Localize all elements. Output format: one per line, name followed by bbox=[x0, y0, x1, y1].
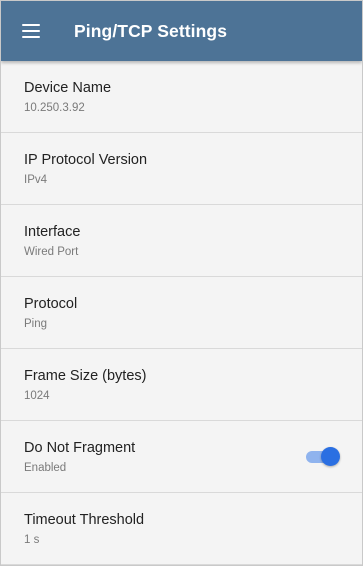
setting-text: Frame Size (bytes) 1024 bbox=[24, 367, 342, 403]
setting-device-name[interactable]: Device Name 10.250.3.92 bbox=[1, 61, 362, 133]
hamburger-menu-icon[interactable] bbox=[22, 24, 40, 38]
setting-protocol[interactable]: Protocol Ping bbox=[1, 277, 362, 349]
setting-interface[interactable]: Interface Wired Port bbox=[1, 205, 362, 277]
setting-text: Protocol Ping bbox=[24, 295, 342, 331]
setting-label: Device Name bbox=[24, 79, 112, 96]
setting-value: Ping bbox=[24, 317, 48, 330]
menu-bar-line bbox=[22, 30, 40, 32]
setting-value: IPv4 bbox=[24, 173, 48, 186]
setting-timeout-threshold[interactable]: Timeout Threshold 1 s bbox=[1, 493, 362, 565]
menu-bar-line bbox=[22, 24, 40, 26]
menu-bar-line bbox=[22, 36, 40, 38]
setting-value: 1024 bbox=[24, 389, 50, 402]
settings-screen: Ping/TCP Settings Device Name 10.250.3.9… bbox=[0, 0, 363, 566]
setting-label: Protocol bbox=[24, 295, 78, 312]
setting-frame-size[interactable]: Frame Size (bytes) 1024 bbox=[1, 349, 362, 421]
toggle-thumb bbox=[321, 446, 340, 466]
setting-text: Interface Wired Port bbox=[24, 223, 342, 259]
setting-text: Device Name 10.250.3.92 bbox=[24, 79, 342, 115]
setting-value: 1 s bbox=[24, 533, 40, 546]
setting-ip-protocol-version[interactable]: IP Protocol Version IPv4 bbox=[1, 133, 362, 205]
setting-value: 10.250.3.92 bbox=[24, 101, 85, 114]
setting-do-not-fragment[interactable]: Do Not Fragment Enabled bbox=[1, 421, 362, 493]
setting-label: Frame Size (bytes) bbox=[24, 367, 147, 384]
setting-label: Do Not Fragment bbox=[24, 439, 136, 456]
setting-value: Enabled bbox=[24, 461, 67, 474]
setting-label: Interface bbox=[24, 223, 81, 240]
page-title: Ping/TCP Settings bbox=[74, 20, 228, 41]
setting-text: IP Protocol Version IPv4 bbox=[24, 151, 342, 187]
settings-list: Device Name 10.250.3.92 IP Protocol Vers… bbox=[1, 61, 362, 565]
setting-text: Timeout Threshold 1 s bbox=[24, 511, 342, 547]
setting-label: IP Protocol Version bbox=[24, 151, 148, 168]
setting-value: Wired Port bbox=[24, 245, 79, 258]
app-bar: Ping/TCP Settings bbox=[1, 1, 362, 61]
setting-text: Do Not Fragment Enabled bbox=[24, 439, 306, 475]
setting-label: Timeout Threshold bbox=[24, 511, 145, 528]
do-not-fragment-toggle[interactable] bbox=[306, 446, 340, 468]
